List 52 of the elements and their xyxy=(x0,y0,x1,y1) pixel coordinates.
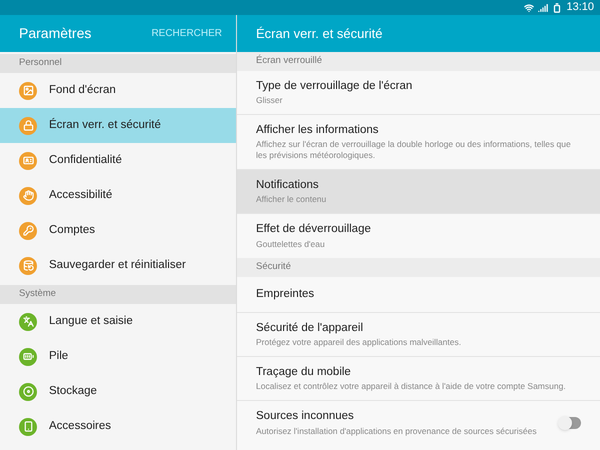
backup-icon xyxy=(19,256,37,274)
row-title: Sécurité de l'appareil xyxy=(256,320,364,336)
row-title: Effet de déverrouillage xyxy=(256,222,372,237)
language-icon xyxy=(19,312,37,330)
settings-row[interactable]: Notifications Afficher le contenu xyxy=(237,170,600,214)
battery-icon xyxy=(552,2,562,12)
sidebar-item[interactable]: Fond d'écran xyxy=(0,73,236,108)
battery-icon xyxy=(19,348,37,366)
clock: 13:10 xyxy=(566,2,594,13)
phone-icon xyxy=(19,418,37,436)
row-subtitle: Afficher le contenu xyxy=(256,194,328,206)
sidebar-item[interactable]: Sauvegarder et réinitialiser xyxy=(0,248,236,283)
row-subtitle: Affichez sur l'écran de verrouillage la double horloge ou des informations, telles que les prévisions météorologiques. xyxy=(256,139,572,162)
key-icon xyxy=(19,222,37,240)
wifi-icon xyxy=(524,2,534,12)
row-title: Sources inconnues xyxy=(256,409,355,424)
settings-row[interactable]: Type de verrouillage de l'écran Glisser xyxy=(237,71,600,115)
sidebar-item[interactable]: Langue et saisie xyxy=(0,304,236,339)
sidebar-item[interactable]: Accessibilité xyxy=(0,178,236,213)
row-subtitle: Gouttelettes d'eau xyxy=(256,238,326,250)
row-title: Afficher les informations xyxy=(256,122,380,138)
section-header: Écran verrouillé xyxy=(237,52,600,71)
hand-icon xyxy=(19,186,37,204)
row-title: Notifications xyxy=(256,178,320,192)
section-header: Système xyxy=(0,285,236,304)
settings-row[interactable]: Sécurité de l'appareil Protégez votre appareil des applications malveillantes. xyxy=(237,313,600,357)
settings-row[interactable]: Sources inconnues Autorisez l'installation d'applications en provenance de sources sécurisées xyxy=(237,401,600,445)
section-header: Personnel xyxy=(0,54,236,73)
settings-row[interactable]: Effet de déverrouillage Gouttelettes d'eau xyxy=(237,214,600,258)
id-card-icon xyxy=(19,152,37,170)
toggle-switch[interactable] xyxy=(559,417,581,429)
row-title: Empreintes xyxy=(256,287,316,302)
section-header: Sécurité xyxy=(237,258,600,277)
row-title: Traçage du mobile xyxy=(256,364,352,380)
sidebar-item[interactable]: Accessoires xyxy=(0,409,236,444)
app-title: Paramètres xyxy=(19,24,92,43)
sidebar-item[interactable]: Confidentialité xyxy=(0,143,236,178)
row-subtitle: Localisez et contrôlez votre appareil à distance à l'aide de votre compte Samsung. xyxy=(256,381,567,392)
lock-icon xyxy=(19,116,37,134)
sidebar-item[interactable]: Écran verr. et sécurité xyxy=(0,108,236,143)
signal-icon xyxy=(538,2,548,12)
row-title: Type de verrouillage de l'écran xyxy=(256,78,414,94)
sidebar-item[interactable]: Pile xyxy=(0,339,236,374)
sidebar-item[interactable]: Comptes xyxy=(0,213,236,248)
row-subtitle: Glisser xyxy=(256,95,284,106)
row-subtitle: Autorisez l'installation d'applications en provenance de sources sécurisées xyxy=(256,426,538,437)
settings-row[interactable]: Traçage du mobile Localisez et contrôlez votre appareil à distance à l'aide de votre compte Samsung. xyxy=(237,357,600,401)
sidebar-item[interactable]: Stockage xyxy=(0,374,236,409)
settings-row[interactable]: Empreintes xyxy=(237,277,600,313)
page-title: Écran verr. et sécurité xyxy=(256,24,382,43)
picture-icon xyxy=(19,82,37,100)
row-subtitle: Protégez votre appareil des applications malveillantes. xyxy=(256,337,462,348)
